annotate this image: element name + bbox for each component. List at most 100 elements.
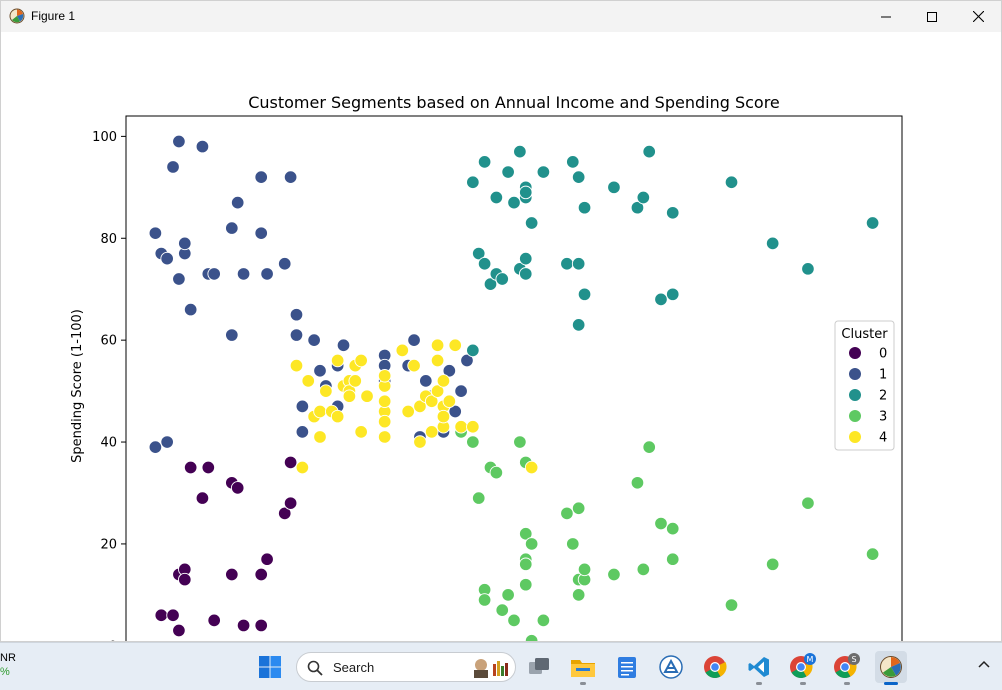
chevron-up-icon[interactable] (977, 659, 991, 669)
cluster-0-point (201, 460, 216, 475)
y-tick-label: 100 (92, 130, 117, 145)
svg-text:S: S (851, 655, 856, 664)
cluster-4-point (401, 404, 415, 419)
file-explorer-running-indicator (580, 682, 586, 685)
cluster-2-point (665, 287, 680, 302)
cluster-3-point (501, 588, 515, 602)
cluster-1-point (172, 134, 186, 149)
cluster-3-point (536, 613, 551, 628)
photos-button[interactable] (655, 651, 687, 683)
cluster-3-point (524, 537, 539, 551)
cluster-2-point (536, 165, 551, 179)
taskbar-search-box[interactable]: Search (296, 652, 516, 682)
cluster-1-point (295, 425, 310, 439)
vscode-button[interactable] (743, 651, 775, 683)
cluster-4-point (295, 460, 310, 475)
maximize-button[interactable] (909, 1, 955, 32)
chrome-profile-m-button[interactable]: M (787, 651, 819, 683)
cluster-3-point (466, 435, 480, 449)
cluster-4-point (413, 435, 427, 449)
y-tick-label: 80 (100, 232, 117, 247)
cluster-1-point (225, 221, 239, 235)
cluster-1-point (277, 256, 292, 271)
cluster-1-point (178, 236, 192, 251)
cluster-2-point (489, 190, 504, 205)
cluster-2-point (513, 144, 527, 159)
y-tick-label: 20 (100, 537, 117, 552)
cluster-4-point (430, 353, 445, 368)
cluster-1-point (160, 251, 174, 266)
cluster-2-point (665, 206, 680, 220)
cluster-2-point (560, 256, 574, 271)
plot-area-frame (125, 115, 903, 641)
folder-icon (571, 660, 595, 677)
weather-text: NR (0, 652, 16, 664)
cluster-0-point (166, 608, 180, 622)
cluster-1-point (230, 195, 245, 210)
windows-start-icon (259, 656, 281, 678)
chrome-s-running-indicator (844, 682, 850, 685)
cluster-1-point (166, 160, 180, 174)
chart-title: Customer Segments based on Annual Income… (248, 93, 780, 112)
cluster-3-point (513, 435, 527, 449)
figure-window: Figure 1 Customer Segments based on Annu… (0, 0, 1002, 642)
file-explorer-button[interactable] (567, 651, 599, 683)
minimize-button[interactable] (863, 1, 909, 32)
close-icon (972, 11, 984, 22)
notepad-button[interactable] (611, 651, 643, 683)
cluster-0-point (254, 618, 268, 633)
cluster-3-point (524, 633, 539, 641)
cluster-3-point (519, 557, 533, 572)
cluster-1-point (454, 384, 468, 398)
cluster-2-point (724, 175, 739, 189)
cluster-3-point (665, 521, 680, 536)
cluster-3-point (630, 476, 645, 490)
close-button[interactable] (955, 1, 1001, 32)
cluster-1-point (283, 170, 298, 184)
vscode-running-indicator (756, 682, 762, 685)
cluster-1-point (160, 435, 174, 449)
cluster-4-point (377, 414, 392, 429)
chrome-icon (704, 656, 727, 678)
start-button[interactable] (254, 651, 286, 683)
cluster-1-point (183, 302, 198, 317)
weather-widget[interactable]: NR % (0, 651, 16, 679)
cluster-1-point (207, 267, 221, 281)
title-bar[interactable]: Figure 1 (1, 1, 1001, 32)
search-label: Search (333, 660, 375, 675)
y-tick-label: 60 (100, 334, 117, 349)
cluster-2-point (519, 185, 533, 200)
cluster-3-point (571, 501, 586, 516)
svg-text:M: M (807, 655, 814, 664)
cluster-0-point (207, 613, 221, 628)
chrome-profile-s-button[interactable]: S (831, 651, 863, 683)
cluster-1-point (195, 139, 210, 154)
y-axis-ticks: 020406080100 (92, 130, 126, 641)
cluster-4-point (442, 394, 457, 409)
cluster-4-point (524, 460, 539, 475)
matplotlib-figure-button[interactable] (875, 651, 907, 683)
chrome-button[interactable] (699, 651, 731, 683)
cluster-1-point (313, 363, 327, 378)
cluster-4-point (377, 430, 392, 444)
cluster-0-point (254, 567, 268, 582)
cluster-1-point (172, 272, 186, 286)
search-icon (307, 660, 323, 676)
cluster-4-point (466, 420, 480, 434)
cluster-3-point (765, 557, 780, 572)
cluster-2-point (642, 144, 656, 159)
chrome-profile-s-icon: S (834, 653, 860, 678)
cluster-3-point (495, 603, 509, 617)
task-view-button[interactable] (523, 651, 555, 683)
cluster-3-point (577, 562, 592, 577)
photos-icon (659, 655, 683, 679)
cluster-3-point (724, 598, 739, 612)
cluster-2-point (654, 292, 668, 307)
legend-label-4: 4 (879, 431, 887, 446)
cluster-0-point (230, 481, 245, 495)
cluster-4-point (377, 394, 392, 409)
legend-label-3: 3 (879, 410, 887, 425)
cluster-1-point (295, 399, 310, 414)
legend-label-0: 0 (879, 347, 887, 362)
cluster-0-point (195, 491, 210, 505)
